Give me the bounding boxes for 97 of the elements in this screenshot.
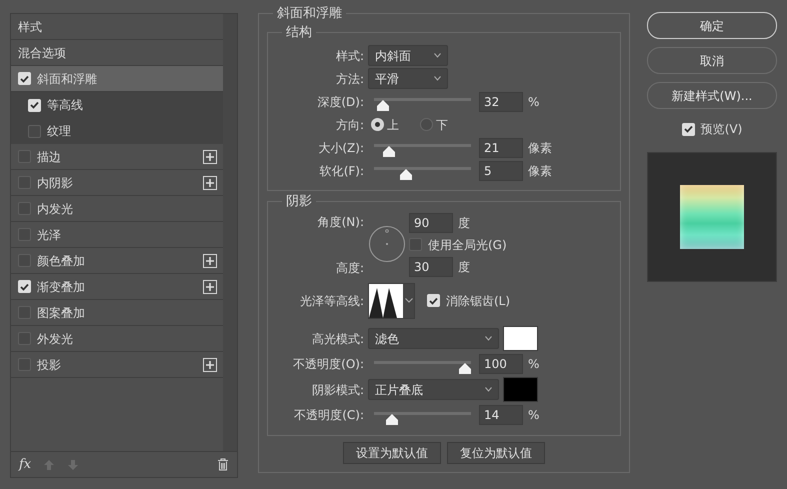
caret-icon	[485, 387, 492, 392]
field-label: 方法:	[334, 70, 365, 88]
checkbox[interactable]	[18, 254, 31, 267]
field-label: 大小(Z):	[317, 140, 365, 157]
item-label: 描边	[37, 148, 62, 166]
checkbox[interactable]	[18, 332, 31, 345]
checkbox[interactable]	[427, 294, 440, 308]
checkbox-label: 消除锯齿(L)	[446, 292, 510, 310]
unit-label: 度	[458, 258, 470, 276]
style-list-item[interactable]: 斜面和浮雕	[11, 66, 223, 92]
caret-icon	[485, 336, 492, 342]
checkbox[interactable]	[18, 358, 31, 371]
checkbox[interactable]	[28, 98, 41, 112]
checkbox-label: 使用全局光(G)	[428, 236, 507, 254]
item-label: 等高线	[47, 97, 84, 114]
field-label: 高度:	[334, 260, 365, 277]
field-label: 样式:	[334, 48, 365, 65]
item-label: 渐变叠加	[37, 278, 86, 296]
item-label: 图案叠加	[37, 304, 86, 322]
caret-icon	[404, 298, 412, 304]
caret-icon	[434, 53, 441, 58]
field-label: 不透明度(C):	[293, 407, 365, 424]
unit-label: %	[528, 407, 540, 424]
group-title: 斜面和浮雕	[276, 6, 343, 22]
checkbox[interactable]	[18, 176, 31, 189]
group-title: 结构	[285, 24, 313, 40]
add-icon[interactable]	[203, 150, 217, 164]
unit-label: 度	[458, 214, 470, 232]
group-title: 阴影	[285, 194, 313, 210]
number-field[interactable]: 14	[479, 405, 523, 426]
color-swatch[interactable]	[503, 326, 538, 352]
unit-label: %	[528, 356, 540, 374]
number-field[interactable]: 32	[479, 92, 523, 112]
dropdown[interactable]: 滤色	[368, 328, 499, 350]
item-label: 外发光	[37, 330, 74, 348]
field-label: 高光模式:	[310, 330, 365, 348]
option-label: 下	[436, 116, 448, 134]
checkbox[interactable]	[18, 306, 31, 319]
trash-icon[interactable]	[217, 458, 229, 471]
number-field[interactable]: 30	[409, 256, 453, 277]
checkbox[interactable]	[28, 124, 41, 138]
default-button[interactable]: 复位为默认值	[447, 442, 545, 464]
slider-thumb[interactable]	[400, 169, 412, 180]
unit-label: %	[528, 94, 540, 111]
item-label: 颜色叠加	[37, 252, 86, 270]
slider-thumb[interactable]	[376, 100, 389, 112]
field-label: 光泽等高线:	[298, 292, 365, 310]
slider-thumb[interactable]	[386, 414, 398, 425]
dropdown[interactable]: 平滑	[368, 68, 448, 90]
field-label: 方向:	[334, 116, 365, 134]
field-label: 角度(N):	[316, 214, 365, 231]
slider-thumb[interactable]	[459, 362, 471, 374]
field-label: 深度(D):	[316, 94, 365, 111]
item-label: 内阴影	[37, 174, 74, 192]
add-icon[interactable]	[203, 280, 217, 294]
slider-thumb[interactable]	[382, 146, 394, 158]
checkbox[interactable]	[18, 150, 31, 163]
number-field[interactable]: 21	[479, 138, 523, 158]
field-label: 不透明度(O):	[292, 356, 365, 374]
item-label: 纹理	[47, 123, 72, 140]
gradient-square-drawing	[680, 185, 744, 249]
checkbox[interactable]	[682, 122, 695, 136]
number-field[interactable]: 90	[409, 212, 453, 233]
dropdown[interactable]: 正片叠底	[368, 379, 499, 400]
radio-button[interactable]	[420, 118, 433, 132]
color-swatch[interactable]	[503, 377, 538, 402]
contour-picker[interactable]	[368, 282, 415, 319]
style-list-item[interactable]: 纹理	[11, 118, 223, 144]
item-label: 投影	[37, 356, 62, 374]
checkbox-label: 预览(V)	[700, 121, 742, 138]
field-label: 阴影模式:	[310, 382, 365, 399]
default-button[interactable]: 设置为默认值	[343, 442, 441, 464]
field-label: 软化(F):	[318, 162, 365, 180]
item-label: 内发光	[37, 200, 74, 218]
dialog-button[interactable]: 新建样式(W)...	[647, 82, 777, 109]
checkbox[interactable]	[18, 72, 31, 85]
radio-button[interactable]	[371, 118, 384, 132]
dialog-button[interactable]: 确定	[647, 12, 777, 39]
add-icon[interactable]	[203, 358, 217, 372]
item-label: 光泽	[37, 226, 62, 244]
style-list-item[interactable]: 等高线	[11, 92, 223, 118]
caret-icon	[434, 76, 441, 82]
add-icon[interactable]	[203, 254, 217, 268]
unit-label: 像素	[528, 162, 552, 180]
dropdown[interactable]: 内斜面	[368, 45, 448, 66]
option-label: 上	[387, 116, 399, 134]
fx-button[interactable]: fx	[19, 454, 32, 474]
unit-label: 像素	[528, 140, 552, 157]
checkbox[interactable]	[18, 228, 31, 241]
checkbox[interactable]	[18, 202, 31, 215]
item-label: 斜面和浮雕	[37, 70, 98, 88]
number-field[interactable]: 5	[479, 160, 523, 181]
number-field[interactable]: 100	[479, 354, 523, 374]
add-icon[interactable]	[203, 176, 217, 190]
dialog-button[interactable]: 取消	[647, 47, 777, 74]
checkbox[interactable]	[409, 238, 422, 252]
checkbox[interactable]	[18, 280, 31, 293]
